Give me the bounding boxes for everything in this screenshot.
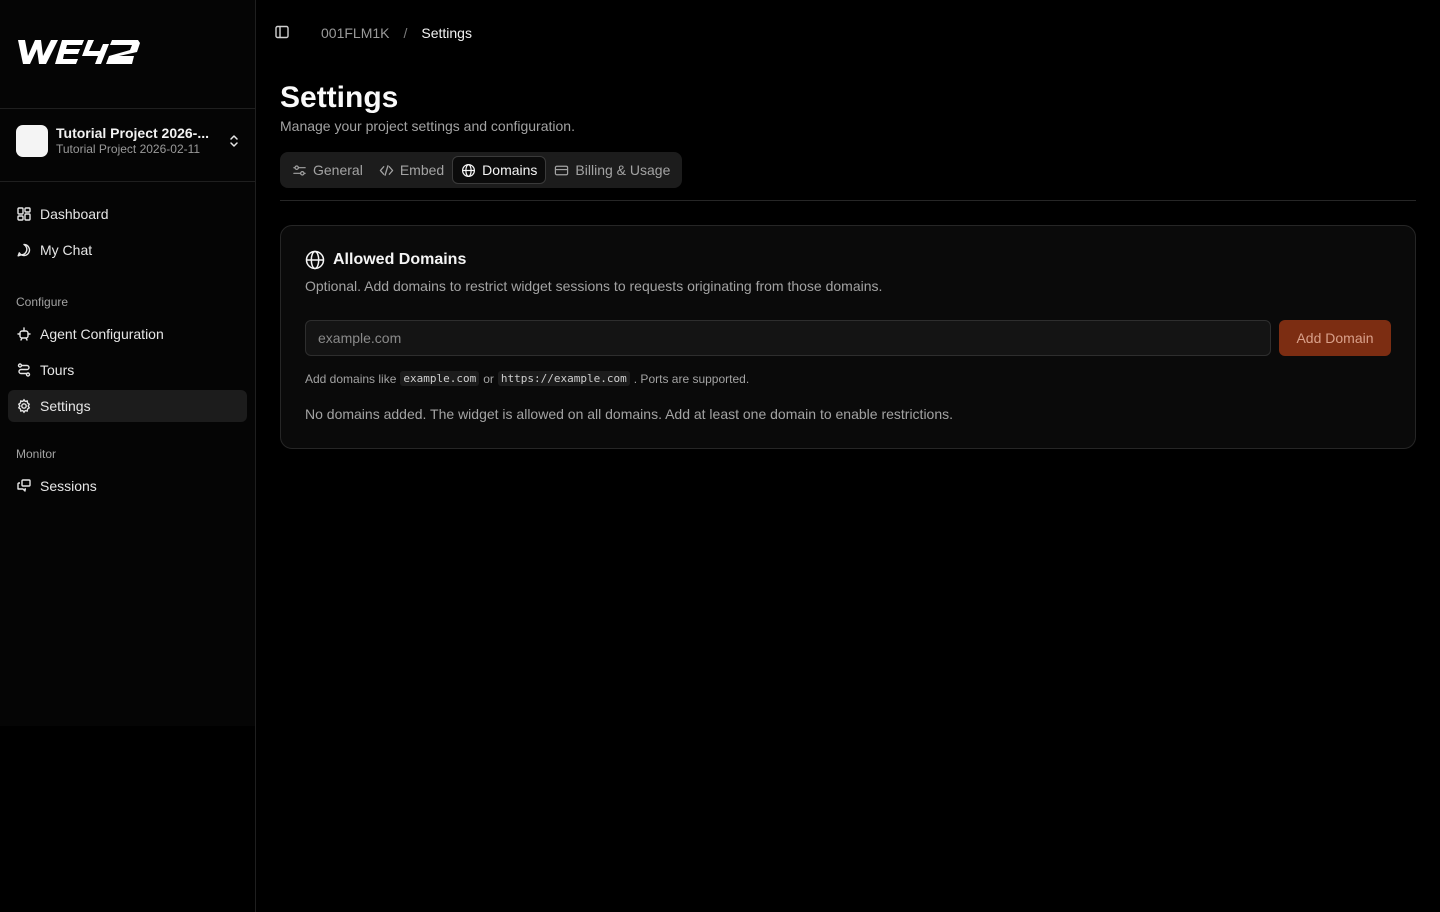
dashboard-icon [17, 207, 31, 221]
tab-embed[interactable]: Embed [371, 156, 452, 184]
tab-label: Embed [399, 162, 445, 178]
card-description: Optional. Add domains to restrict widget… [305, 278, 883, 294]
credit-card-icon [555, 165, 569, 175]
domain-input[interactable] [305, 320, 1271, 356]
tab-label: General [313, 162, 363, 178]
domain-hint: Add domains like example.com or https://… [305, 371, 749, 386]
tab-label: Billing & Usage [575, 162, 671, 178]
hint-example: https://example.com [497, 371, 630, 386]
tab-general[interactable]: General [284, 156, 371, 184]
chat-icon [17, 243, 31, 257]
sidebar-item-settings[interactable]: Settings [8, 390, 247, 422]
chevrons-up-down-icon[interactable] [226, 133, 242, 149]
sidebar-item-sessions[interactable]: Sessions [8, 470, 247, 502]
main-content: 001FLM1K / Settings Settings Manage your… [256, 0, 1440, 912]
settings-tabs: General Embed Domains Billing & Usage [280, 152, 683, 188]
globe-icon [305, 250, 325, 270]
project-avatar [16, 125, 48, 157]
breadcrumb-separator: / [403, 24, 408, 41]
brand-logo[interactable] [16, 36, 142, 70]
sidebar-item-label: Tours [40, 362, 75, 378]
sliders-icon [293, 164, 306, 176]
sidebar-item-my-chat[interactable]: My Chat [8, 234, 247, 266]
sidebar-item-label: Sessions [40, 478, 97, 494]
sidebar: Tutorial Project 2026-... Tutorial Proje… [0, 0, 256, 912]
allowed-domains-card: Allowed Domains Optional. Add domains to… [280, 225, 1416, 449]
nav-group-configure: Configure [16, 295, 69, 309]
tabs-divider [280, 200, 1416, 201]
sidebar-item-label: Agent Configuration [40, 326, 164, 342]
sidebar-item-dashboard[interactable]: Dashboard [8, 198, 247, 230]
empty-state-message: No domains added. The widget is allowed … [305, 406, 954, 422]
add-domain-button[interactable]: Add Domain [1279, 320, 1391, 356]
breadcrumb-project[interactable]: 001FLM1K [321, 25, 389, 41]
sidebar-item-label: Settings [40, 398, 91, 414]
hint-or: or [483, 371, 494, 386]
sidebar-item-label: Dashboard [40, 206, 109, 222]
sidebar-item-label: My Chat [40, 242, 93, 258]
sidebar-toggle-icon[interactable] [274, 24, 290, 40]
bot-icon [17, 327, 31, 341]
sessions-icon [17, 479, 31, 492]
code-icon [379, 164, 394, 176]
nav-group-monitor: Monitor [16, 447, 57, 461]
sidebar-divider [0, 108, 255, 109]
card-title: Allowed Domains [333, 251, 467, 268]
breadcrumb-current: Settings [421, 24, 472, 41]
tab-billing-usage[interactable]: Billing & Usage [546, 156, 678, 184]
tab-label: Domains [482, 162, 538, 178]
breadcrumb: 001FLM1K / Settings [321, 24, 472, 41]
gear-icon [17, 398, 31, 414]
project-switcher[interactable]: Tutorial Project 2026-... Tutorial Proje… [16, 124, 242, 158]
page-title: Settings [280, 81, 399, 114]
hint-example: example.com [400, 371, 480, 386]
sidebar-divider [0, 181, 255, 182]
project-subtitle: Tutorial Project 2026-02-11 [56, 142, 201, 156]
sidebar-item-agent-configuration[interactable]: Agent Configuration [8, 318, 247, 350]
project-name: Tutorial Project 2026-... [56, 125, 210, 141]
sidebar-item-tours[interactable]: Tours [8, 354, 247, 386]
route-icon [17, 363, 31, 377]
page-subtitle: Manage your project settings and configu… [280, 118, 575, 134]
globe-icon [462, 163, 476, 177]
hint-suffix: . Ports are supported. [633, 371, 750, 386]
tab-domains[interactable]: Domains [452, 156, 547, 184]
hint-prefix: Add domains like [305, 371, 397, 386]
